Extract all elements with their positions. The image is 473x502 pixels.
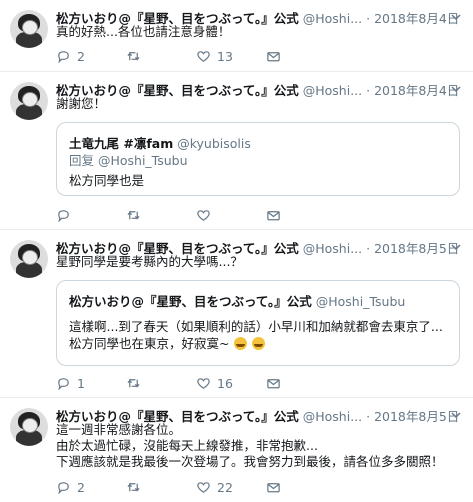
retweet-icon bbox=[127, 483, 140, 492]
heart-icon bbox=[197, 378, 210, 389]
tweet-text: 真的好熱...各位也請注意身體！ bbox=[56, 24, 230, 40]
author-handle[interactable]: @Hoshi... bbox=[303, 83, 362, 98]
mail-icon bbox=[267, 52, 280, 62]
heart-icon bbox=[197, 482, 210, 493]
avatar[interactable] bbox=[10, 408, 48, 446]
retweet-icon bbox=[127, 379, 140, 388]
tweet-text: 謝謝您！ bbox=[56, 96, 106, 112]
heart-icon bbox=[197, 51, 210, 62]
quoted-tweet[interactable]: 松方いおり@『星野、目をつぶって。』公式 @Hoshi_Tsubu 這樣啊...… bbox=[56, 280, 460, 366]
tweet-text-line: 真的好熱...各位也請注意身體！ bbox=[56, 24, 231, 39]
tweet-date[interactable]: 2018年8月4日 bbox=[374, 83, 459, 98]
tweet-date[interactable]: 2018年8月5日 bbox=[374, 241, 459, 256]
crying-face-icon bbox=[234, 337, 248, 350]
tweet-text: 這一週非常感謝各位。 由於太過忙碌，沒能每天上線發推，非常抱歉... 下週應該就… bbox=[56, 422, 444, 470]
quoted-tweet[interactable]: 土竜九尾 #凛fam @kyubisolis 回复 @Hoshi_Tsubu 松… bbox=[56, 122, 460, 196]
separator: · bbox=[366, 241, 371, 256]
mail-button[interactable] bbox=[266, 376, 281, 391]
mail-button[interactable] bbox=[266, 480, 281, 495]
quoted-text-line: 這樣啊...到了春天（如果順利的話）小早川和加納就都會去東京了... bbox=[69, 319, 443, 334]
tweet-text-line: 下週應該就是我最後一次登場了。我會努力到最後，請各位多多關照！ bbox=[56, 454, 444, 469]
like-count: 13 bbox=[217, 49, 233, 64]
retweet-icon bbox=[127, 211, 140, 220]
reply-icon bbox=[58, 482, 69, 495]
crying-face-icon bbox=[252, 337, 266, 350]
like-button[interactable]: 22 bbox=[196, 480, 266, 495]
retweet-icon bbox=[127, 52, 140, 61]
like-button[interactable]: 13 bbox=[196, 49, 266, 64]
retweet-button[interactable] bbox=[126, 480, 196, 495]
separator: · bbox=[366, 83, 371, 98]
quoted-author-handle: @kyubisolis bbox=[177, 136, 251, 151]
reply-icon bbox=[58, 378, 69, 391]
reply-icon bbox=[58, 51, 69, 64]
retweet-button[interactable] bbox=[126, 376, 196, 391]
reply-count: 1 bbox=[77, 376, 85, 391]
mail-icon bbox=[267, 379, 280, 389]
quoted-text-line: 松方同學也在東京，好寂寞~ bbox=[69, 336, 230, 351]
tweet[interactable]: 松方いおり@『星野、目をつぶって。』公式 @Hoshi... · 2018年8月… bbox=[0, 72, 473, 230]
tweet[interactable]: 松方いおり@『星野、目をつぶって。』公式 @Hoshi... · 2018年8月… bbox=[0, 398, 473, 502]
like-button[interactable]: 16 bbox=[196, 376, 266, 391]
tweet-text-line: 星野同學是要考縣內的大學嗎...？ bbox=[56, 254, 243, 269]
reply-button[interactable]: 1 bbox=[56, 376, 126, 391]
tweet[interactable]: 松方いおり@『星野、目をつぶって。』公式 @Hoshi... · 2018年8月… bbox=[0, 230, 473, 398]
tweet[interactable]: 松方いおり@『星野、目をつぶって。』公式 @Hoshi... · 2018年8月… bbox=[0, 0, 473, 72]
reply-count: 2 bbox=[77, 480, 85, 495]
reply-count: 2 bbox=[77, 49, 85, 64]
avatar[interactable] bbox=[10, 10, 48, 48]
like-count: 22 bbox=[217, 480, 233, 495]
tweet-text: 星野同學是要考縣內的大學嗎...？ bbox=[56, 254, 243, 270]
chevron-down-icon[interactable] bbox=[451, 242, 461, 252]
mail-button[interactable] bbox=[266, 208, 281, 223]
like-button[interactable] bbox=[196, 208, 266, 223]
separator: · bbox=[366, 11, 371, 26]
mail-icon bbox=[267, 211, 280, 221]
tweet-actions: 2 22 bbox=[56, 480, 281, 495]
author-handle[interactable]: @Hoshi... bbox=[303, 11, 362, 26]
author-handle[interactable]: @Hoshi... bbox=[303, 241, 362, 256]
chevron-down-icon[interactable] bbox=[451, 84, 461, 94]
chevron-down-icon[interactable] bbox=[451, 410, 461, 420]
avatar[interactable] bbox=[10, 82, 48, 120]
mail-icon bbox=[267, 483, 280, 493]
reply-button[interactable]: 2 bbox=[56, 480, 126, 495]
quoted-author-name: 松方いおり@『星野、目をつぶって。』公式 bbox=[69, 294, 312, 309]
reply-icon bbox=[58, 210, 69, 223]
heart-icon bbox=[197, 210, 210, 221]
reply-to-label: 回复 @Hoshi_Tsubu bbox=[69, 153, 188, 168]
retweet-button[interactable] bbox=[126, 49, 196, 64]
like-count: 16 bbox=[217, 376, 233, 391]
avatar[interactable] bbox=[10, 240, 48, 278]
quoted-author-name: 土竜九尾 #凛fam bbox=[69, 136, 174, 151]
reply-button[interactable]: 2 bbox=[56, 49, 126, 64]
quoted-text: 松方同學也是 bbox=[69, 173, 145, 188]
tweet-text-line: 這一週非常感謝各位。 bbox=[56, 422, 182, 437]
reply-button[interactable] bbox=[56, 208, 126, 223]
quoted-author-handle: @Hoshi_Tsubu bbox=[315, 294, 406, 309]
tweet-text-line: 謝謝您！ bbox=[56, 96, 107, 111]
tweet-text-line: 由於太過忙碌，沒能每天上線發推，非常抱歉... bbox=[56, 438, 318, 453]
mail-button[interactable] bbox=[266, 49, 281, 64]
tweet-actions: 1 16 bbox=[56, 376, 281, 391]
retweet-button[interactable] bbox=[126, 208, 196, 223]
chevron-down-icon[interactable] bbox=[451, 12, 461, 22]
tweet-date[interactable]: 2018年8月4日 bbox=[374, 11, 459, 26]
tweet-actions: 2 13 bbox=[56, 49, 281, 64]
tweet-actions bbox=[56, 208, 281, 223]
